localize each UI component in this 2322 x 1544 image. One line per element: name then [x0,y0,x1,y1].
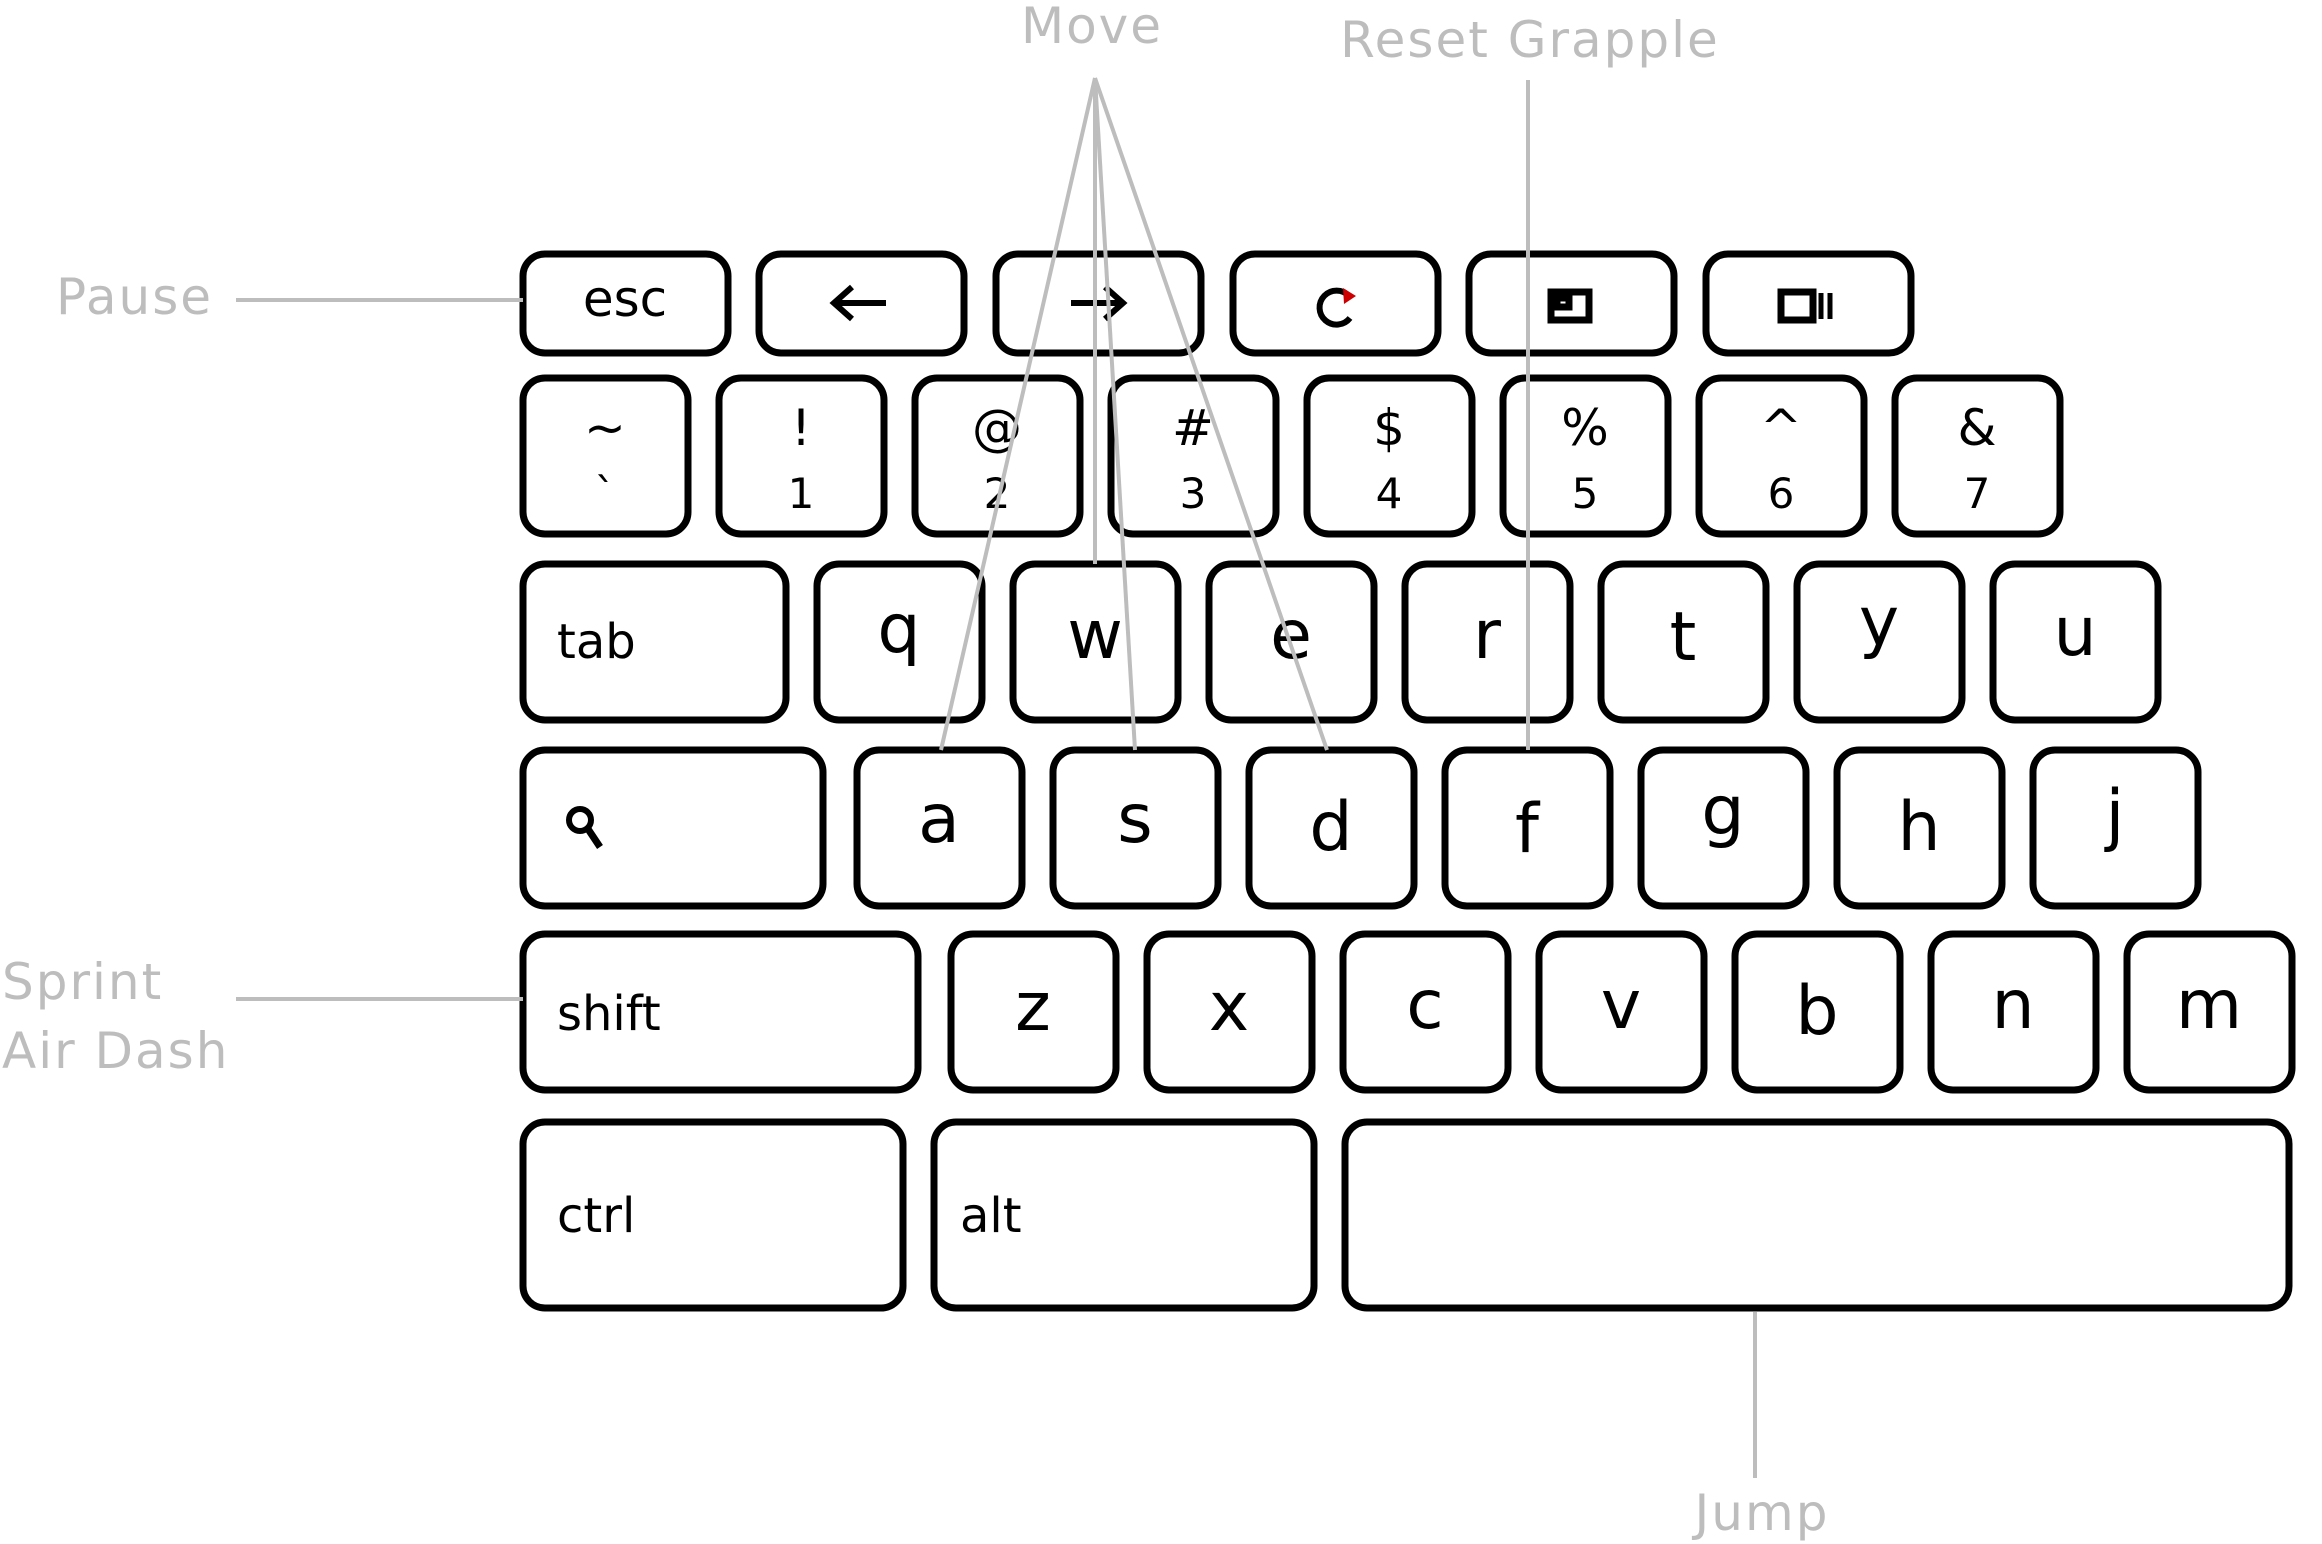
key-q-label: q [877,590,920,669]
key-back [755,250,968,357]
key-h-label: h [1897,788,1940,867]
key-ctrl: ctrl [519,1118,907,1312]
key-v-label: v [1601,966,1641,1045]
fullscreen-icon [1547,288,1593,324]
key-a: a [853,746,1026,910]
key-1-bottom: 1 [788,469,815,518]
key-backtick-bottom: ` [595,469,616,518]
key-5-top: % [1561,399,1609,457]
key-overview [1702,250,1915,357]
key-4: $ 4 [1303,374,1476,538]
jump-annotation: Jump [1692,1484,1830,1542]
key-d-label: d [1309,788,1352,867]
key-j-label: j [2104,776,2125,855]
key-5-bottom: 5 [1572,469,1599,518]
key-backtick-top: ~ [584,399,626,457]
key-f-label: f [1515,790,1541,869]
key-d: d [1245,746,1418,910]
key-1: ! 1 [715,374,888,538]
key-n: n [1927,930,2100,1094]
key-4-top: $ [1373,399,1405,457]
key-esc: esc [519,250,732,357]
key-h: h [1833,746,2006,910]
key-c-label: c [1406,966,1443,1045]
key-g: g [1637,746,1810,910]
key-z-label: z [1015,968,1051,1047]
key-j: j [2029,746,2202,910]
key-6-top: ^ [1760,399,1802,457]
key-m: m [2123,930,2296,1094]
key-search [519,746,827,910]
key-6-bottom: 6 [1768,469,1795,518]
key-y-label: y [1859,583,1899,662]
key-b: b [1731,930,1904,1094]
key-a-label: a [918,780,960,859]
key-esc-label: esc [583,270,667,328]
key-r: r [1401,560,1574,724]
key-ctrl-label: ctrl [557,1188,635,1244]
key-tab-label: tab [557,614,636,670]
key-tab: tab [519,560,790,724]
key-x-label: x [1209,968,1249,1047]
key-6: ^ 6 [1695,374,1868,538]
key-b-label: b [1795,972,1838,1051]
key-3: # 3 [1107,374,1280,538]
key-z: z [947,930,1120,1094]
sprint-annotation: Sprint [2,953,163,1011]
key-v: v [1535,930,1708,1094]
key-u: u [1989,560,2162,724]
key-g-label: g [1701,772,1744,851]
key-7-bottom: 7 [1964,469,1991,518]
key-x: x [1143,930,1316,1094]
key-7-top: & [1958,399,1997,457]
key-w: w [1009,560,1182,724]
key-alt-label: alt [960,1188,1022,1244]
key-shift: shift [519,930,922,1094]
key-s-label: s [1117,780,1152,859]
key-q: q [813,560,986,724]
key-y: y [1793,560,1966,724]
key-t: t [1597,560,1770,724]
key-w-label: w [1067,596,1123,675]
key-fullscreen [1465,250,1678,357]
overview-icon [1777,288,1833,324]
key-shift-label: shift [557,986,661,1042]
move-annotation: Move [1021,0,1163,55]
key-space [1341,1118,2293,1312]
key-n-label: n [1991,966,2034,1045]
key-forward [992,250,1205,357]
key-3-bottom: 3 [1180,469,1207,518]
key-t-label: t [1670,598,1697,677]
key-u-label: u [2053,593,2096,672]
key-4-bottom: 4 [1376,469,1403,518]
key-s: s [1049,746,1222,910]
key-1-top: ! [791,399,811,457]
key-c: c [1339,930,1512,1094]
key-7: & 7 [1891,374,2064,538]
keyboard-diagram: esc ~ ` ! 1 @ 2 # 3 $ 4 % 5 ^ 6 & 7 tab … [2,0,2296,1542]
key-m-label: m [2176,966,2242,1045]
air-dash-annotation: Air Dash [2,1022,229,1080]
key-reload [1229,250,1442,357]
reset-grapple-annotation: Reset Grapple [1340,11,1720,69]
key-alt: alt [930,1118,1318,1312]
pause-annotation: Pause [56,268,213,326]
key-f: f [1441,746,1614,910]
key-r-label: r [1473,596,1501,675]
key-backtick: ~ ` [519,374,692,538]
